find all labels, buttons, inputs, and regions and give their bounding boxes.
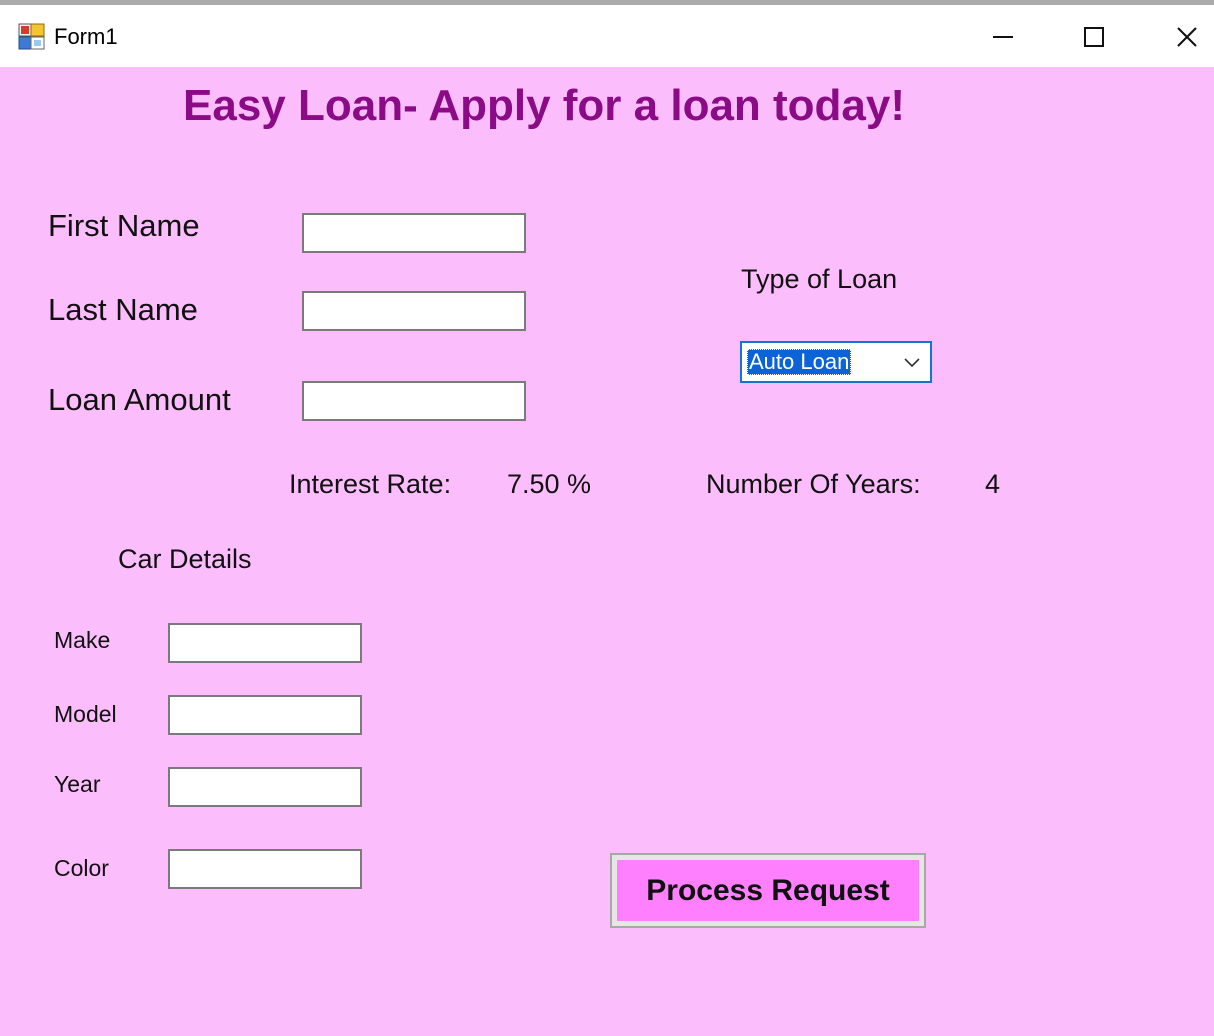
make-input[interactable] — [168, 623, 362, 663]
first-name-input[interactable] — [302, 213, 526, 253]
model-input[interactable] — [168, 695, 362, 735]
make-label: Make — [54, 627, 111, 653]
last-name-label: Last Name — [48, 292, 198, 327]
chevron-down-icon — [904, 358, 920, 368]
loan-type-dropdown[interactable]: Auto Loan — [740, 341, 932, 383]
loan-amount-label: Loan Amount — [48, 382, 231, 417]
loan-type-label: Type of Loan — [741, 264, 898, 294]
model-label: Model — [54, 701, 117, 727]
number-of-years-value: 4 — [985, 469, 1001, 499]
loan-form: Easy Loan- Apply for a loan today! First… — [0, 67, 1214, 1036]
interest-rate-value: 7.50 % — [507, 469, 592, 499]
minimize-icon — [993, 36, 1013, 38]
winforms-app-icon — [18, 23, 45, 50]
maximize-button[interactable] — [1064, 15, 1124, 59]
window-title: Form1 — [54, 24, 118, 49]
loan-type-selected-value: Auto Loan — [747, 349, 852, 375]
color-label: Color — [54, 855, 109, 881]
process-request-button[interactable]: Process Request — [617, 860, 919, 921]
loan-amount-input[interactable] — [302, 381, 526, 421]
year-label: Year — [54, 771, 101, 797]
last-name-input[interactable] — [302, 291, 526, 331]
form-heading: Easy Loan- Apply for a loan today! — [183, 81, 906, 130]
number-of-years-label: Number Of Years: — [706, 469, 921, 499]
year-input[interactable] — [168, 767, 362, 807]
minimize-button[interactable] — [973, 15, 1033, 59]
first-name-label: First Name — [48, 208, 200, 243]
interest-rate-label: Interest Rate: — [289, 469, 452, 499]
maximize-icon — [1084, 27, 1104, 47]
close-icon — [1177, 27, 1197, 47]
title-bar[interactable]: Form1 — [0, 5, 1214, 67]
process-request-button-frame[interactable]: Process Request — [610, 853, 926, 928]
color-input[interactable] — [168, 849, 362, 889]
close-button[interactable] — [1157, 15, 1214, 59]
car-details-label: Car Details — [118, 544, 252, 574]
